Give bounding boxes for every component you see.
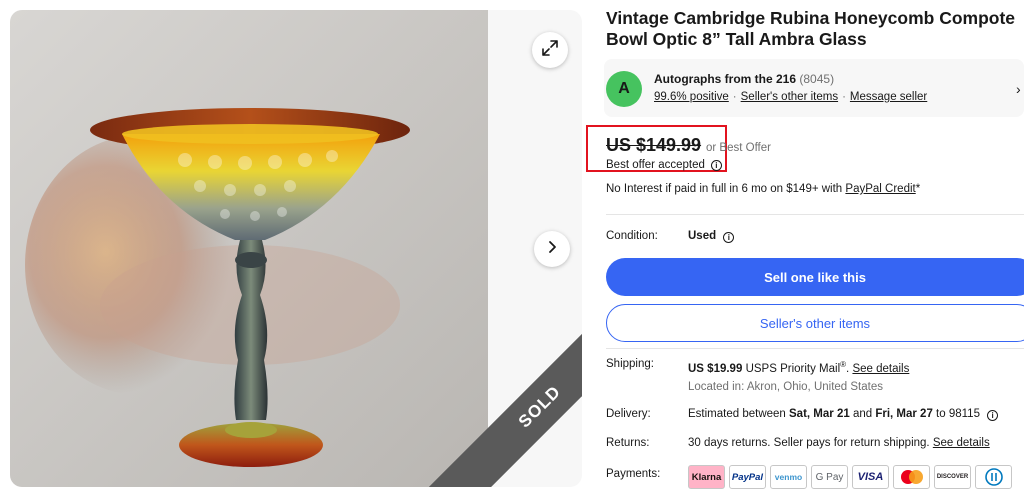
financing-suffix: *: [915, 183, 921, 195]
next-image-button[interactable]: [534, 231, 570, 267]
google-pay-logo: G Pay: [811, 465, 848, 489]
condition-value: Used i: [688, 230, 735, 243]
discover-logo: DISCOVER: [934, 465, 971, 489]
payment-methods: Klarna PayPal venmo G Pay VISA DISCOVER: [688, 465, 1012, 489]
seller-feedback-count: (8045): [799, 72, 835, 86]
seller-positive-link[interactable]: 99.6% positive: [654, 91, 729, 103]
seller-links: 99.6% positive · Seller's other items · Mess…: [654, 91, 927, 103]
sell-one-like-this-button[interactable]: Sell one like this: [606, 258, 1024, 296]
financing-line: No Interest if paid in full in 6 mo on $…: [606, 183, 920, 195]
info-icon[interactable]: i: [723, 232, 735, 243]
shipping-cost: US $19.99: [688, 362, 743, 375]
listing-title: Vintage Cambridge Rubina Honeycomb Compo…: [606, 8, 1016, 49]
offer-accepted-text: Best offer accepted: [606, 159, 705, 171]
klarna-logo: Klarna: [688, 465, 725, 489]
shipping-value: US $19.99 USPS Priority Mail®. See detai…: [688, 360, 910, 375]
seller-other-items-link[interactable]: Seller's other items: [741, 91, 838, 103]
delivery-suffix: to 98115: [932, 408, 980, 420]
condition-text: Used: [688, 230, 717, 242]
sellers-other-items-button[interactable]: Seller's other items: [606, 304, 1024, 342]
diners-club-logo: [975, 465, 1012, 489]
chevron-right-icon: [545, 240, 559, 259]
expand-icon: [541, 39, 559, 62]
delivery-label: Delivery:: [606, 408, 651, 420]
shipping-service: USPS Priority Mail: [745, 362, 841, 375]
payments-label: Payments:: [606, 468, 661, 480]
message-seller-link[interactable]: Message seller: [850, 91, 927, 103]
best-offer-text: or Best Offer: [706, 142, 771, 154]
chevron-right-icon[interactable]: ›: [1016, 81, 1021, 97]
divider: [606, 348, 1024, 349]
item-location: Located in: Akron, Ohio, United States: [688, 381, 883, 393]
condition-label: Condition:: [606, 230, 658, 242]
listing-info: Vintage Cambridge Rubina Honeycomb Compo…: [586, 0, 1024, 503]
delivery-and: and: [849, 408, 876, 420]
seller-avatar[interactable]: A: [606, 71, 642, 107]
offer-accepted: Best offer accepted i: [606, 159, 722, 171]
product-photo[interactable]: [10, 10, 488, 487]
separator: ·: [732, 91, 737, 103]
returns-details-link[interactable]: See details: [933, 437, 990, 449]
financing-text: No Interest if paid in full in 6 mo on $…: [606, 183, 846, 195]
image-gallery: SOLD: [10, 10, 582, 487]
delivery-prefix: Estimated between: [688, 408, 790, 420]
info-icon[interactable]: i: [987, 410, 999, 421]
seller-name[interactable]: Autographs from the 216 (8045): [654, 72, 834, 86]
shipping-label: Shipping:: [606, 358, 654, 370]
seller-name-text: Autographs from the 216: [654, 72, 797, 86]
mastercard-logo: [893, 465, 930, 489]
delivery-value: Estimated between Sat, Mar 21 and Fri, M…: [688, 408, 999, 421]
visa-logo: VISA: [852, 465, 889, 489]
registered-mark: ®: [840, 360, 847, 369]
shipping-details-link[interactable]: See details: [852, 363, 909, 375]
sold-label: SOLD: [514, 381, 565, 432]
separator: ·: [842, 91, 846, 103]
returns-label: Returns:: [606, 437, 650, 449]
info-icon[interactable]: i: [710, 159, 722, 171]
paypal-credit-link[interactable]: PayPal Credit: [845, 183, 915, 195]
paypal-logo: PayPal: [729, 465, 766, 489]
seller-card: A Autographs from the 216 (8045) 99.6% p…: [604, 59, 1024, 117]
price: US $149.99: [606, 135, 702, 155]
divider: [606, 214, 1024, 215]
returns-text: 30 days returns. Seller pays for return …: [688, 437, 933, 449]
returns-value: 30 days returns. Seller pays for return …: [688, 437, 990, 449]
delivery-end: Fri, Mar 27: [875, 408, 933, 420]
delivery-start: Sat, Mar 21: [789, 408, 850, 420]
venmo-logo: venmo: [770, 465, 807, 489]
expand-image-button[interactable]: [532, 32, 568, 68]
